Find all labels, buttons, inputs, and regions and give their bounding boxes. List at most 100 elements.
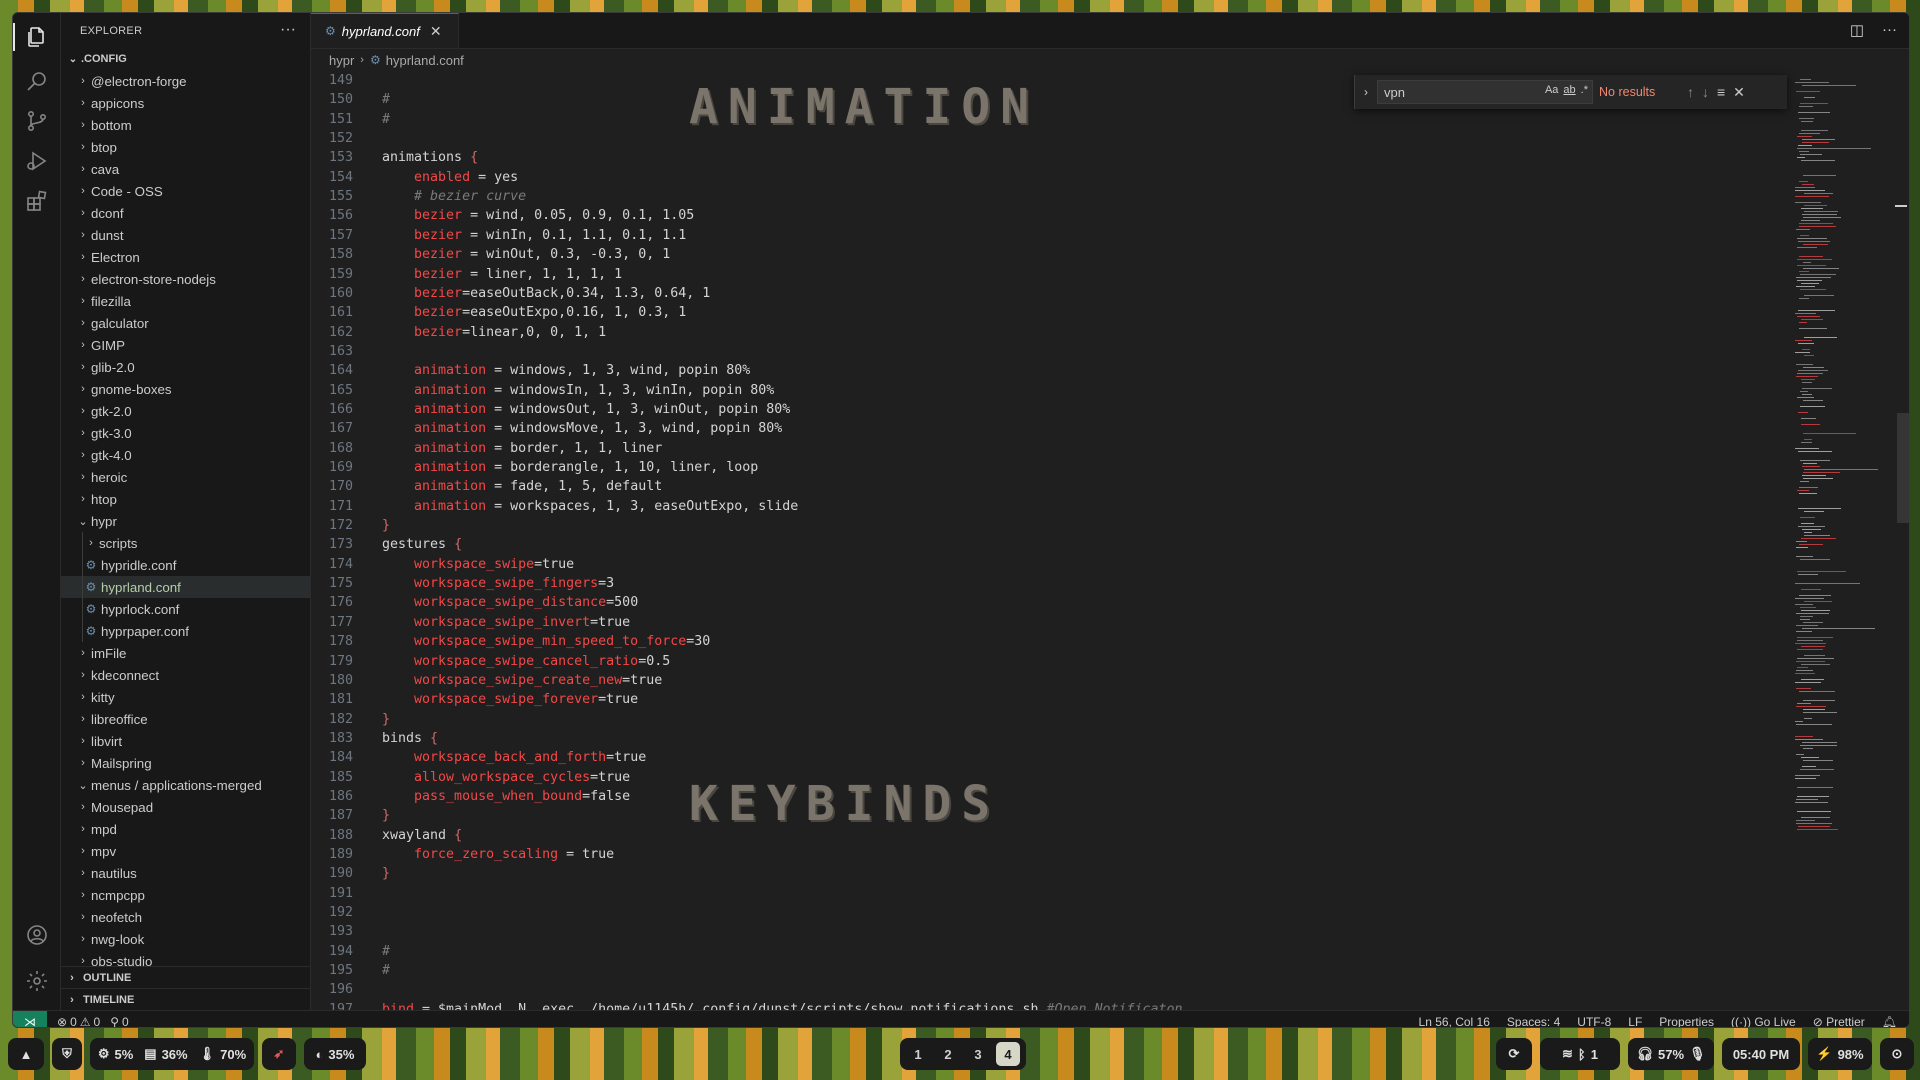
tree-file-item[interactable]: ⚙ hyprland.conf <box>61 576 310 598</box>
network-bluetooth[interactable]: ≋ ᛒ 1 <box>1540 1038 1620 1070</box>
prettier-button[interactable]: ⊘ Prettier <box>1813 1015 1865 1027</box>
source-control-icon[interactable] <box>13 101 60 141</box>
tree-folder-item[interactable]: › gtk-3.0 <box>61 422 310 444</box>
remote-indicator-icon[interactable]: ⋊ <box>13 1011 47 1027</box>
arch-launcher-icon[interactable]: ▲ <box>8 1038 44 1070</box>
problems-indicator[interactable]: ⊗ 0 ⚠ 0 <box>57 1015 100 1027</box>
tree-folder-item[interactable]: › dconf <box>61 202 310 224</box>
tree-file-item[interactable]: ⚙ hyprpaper.conf <box>61 620 310 642</box>
account-icon[interactable] <box>13 915 60 955</box>
match-case-icon[interactable]: Aa <box>1545 84 1558 96</box>
shield-icon[interactable]: ⛨ <box>52 1038 82 1070</box>
clock[interactable]: 05:40 PM <box>1722 1038 1800 1070</box>
tree-folder-item[interactable]: › bottom <box>61 114 310 136</box>
line-number: 169 <box>328 460 353 475</box>
more-actions-icon[interactable]: ··· <box>1882 21 1897 39</box>
workspace-button[interactable]: 4 <box>996 1042 1020 1066</box>
tree-folder-item[interactable]: › glib-2.0 <box>61 356 310 378</box>
tree-folder-item[interactable]: › imFile <box>61 642 310 664</box>
tree-folder-item[interactable]: › btop <box>61 136 310 158</box>
tree-folder-item[interactable]: › gtk-2.0 <box>61 400 310 422</box>
find-input[interactable]: vpn Aa ab .* <box>1377 80 1593 104</box>
tree-folder-item[interactable]: › GIMP <box>61 334 310 356</box>
indentation[interactable]: Spaces: 4 <box>1507 1015 1560 1027</box>
tree-folder-item[interactable]: › scripts <box>61 532 310 554</box>
go-live-button[interactable]: ((·)) Go Live <box>1731 1015 1796 1027</box>
more-actions-icon[interactable]: ··· <box>280 21 296 39</box>
tree-folder-item[interactable]: › @electron-forge <box>61 70 310 92</box>
tree-folder-item[interactable]: › heroic <box>61 466 310 488</box>
match-whole-word-icon[interactable]: ab <box>1563 84 1575 96</box>
explorer-root-folder[interactable]: ⌄ .CONFIG <box>61 48 127 70</box>
workspace-button[interactable]: 3 <box>966 1042 990 1066</box>
breadcrumb-file[interactable]: hyprland.conf <box>386 53 464 68</box>
code-token: animation <box>414 363 487 379</box>
refresh-icon[interactable]: ⟳ <box>1496 1038 1532 1070</box>
tab-hyprland-conf[interactable]: ⚙ hyprland.conf ✕ <box>311 13 459 48</box>
tree-file-item[interactable]: ⚙ hypridle.conf <box>61 554 310 576</box>
toggle-icon[interactable]: ⊙ <box>1880 1038 1914 1070</box>
tree-folder-item[interactable]: ⌄ hypr <box>61 510 310 532</box>
run-debug-icon[interactable] <box>13 141 60 181</box>
code-text: # <box>382 961 390 980</box>
previous-match-icon[interactable]: ↑ <box>1687 84 1694 100</box>
settings-gear-icon[interactable] <box>13 961 60 1001</box>
tree-file-item[interactable]: ⚙ hyprlock.conf <box>61 598 310 620</box>
tree-folder-item[interactable]: › Mousepad <box>61 796 310 818</box>
close-find-icon[interactable]: ✕ <box>1733 84 1745 101</box>
next-match-icon[interactable]: ↓ <box>1702 84 1709 100</box>
tree-folder-item[interactable]: › mpd <box>61 818 310 840</box>
tree-folder-item[interactable]: › nautilus <box>61 862 310 884</box>
code-line: 178 workspace_swipe_min_speed_to_force=3… <box>311 632 710 651</box>
tree-folder-item[interactable]: › libvirt <box>61 730 310 752</box>
tree-folder-item[interactable]: › nwg-look <box>61 928 310 950</box>
tree-folder-item[interactable]: › Mailspring <box>61 752 310 774</box>
brightness-indicator[interactable]: ◐ 35% <box>304 1038 366 1070</box>
encoding[interactable]: UTF-8 <box>1577 1015 1611 1027</box>
battery-indicator[interactable]: ⚡ 98% <box>1808 1038 1872 1070</box>
tree-folder-item[interactable]: › appicons <box>61 92 310 114</box>
workspace-button[interactable]: 1 <box>906 1042 930 1066</box>
end-of-line[interactable]: LF <box>1628 1015 1642 1027</box>
rocket-icon[interactable]: ➶ <box>262 1038 296 1070</box>
breadcrumb-folder[interactable]: hypr <box>329 53 354 68</box>
tree-folder-item[interactable]: › electron-store-nodejs <box>61 268 310 290</box>
tree-folder-item[interactable]: › gtk-4.0 <box>61 444 310 466</box>
breadcrumb: hypr › ⚙ hyprland.conf <box>311 49 1909 71</box>
tree-folder-item[interactable]: › cava <box>61 158 310 180</box>
audio-indicator[interactable]: 🎧︎ 57% 🎙︎ <box>1628 1038 1714 1070</box>
timeline-section[interactable]: › TIMELINE <box>61 988 310 1010</box>
tree-folder-item[interactable]: › gnome-boxes <box>61 378 310 400</box>
cursor-position[interactable]: Ln 56, Col 16 <box>1419 1015 1490 1027</box>
tree-folder-item[interactable]: › ncmpcpp <box>61 884 310 906</box>
extensions-icon[interactable] <box>13 181 60 221</box>
split-editor-icon[interactable]: ◫ <box>1850 21 1864 39</box>
minimap-line <box>1795 448 1819 449</box>
outline-section[interactable]: › OUTLINE <box>61 966 310 989</box>
workspace-button[interactable]: 2 <box>936 1042 960 1066</box>
tree-folder-item[interactable]: › galculator <box>61 312 310 334</box>
toggle-replace-icon[interactable]: › <box>1355 85 1377 99</box>
search-icon[interactable] <box>13 61 60 101</box>
tree-folder-item[interactable]: ⌄ menus / applications-merged <box>61 774 310 796</box>
editor-scrollbar[interactable] <box>1897 413 1909 523</box>
notifications-bell-icon[interactable]: 🔔︎ <box>1882 1015 1897 1027</box>
tree-folder-item[interactable]: › libreoffice <box>61 708 310 730</box>
tree-folder-item[interactable]: › neofetch <box>61 906 310 928</box>
close-icon[interactable]: ✕ <box>430 23 442 40</box>
tree-folder-item[interactable]: › mpv <box>61 840 310 862</box>
ports-indicator[interactable]: ⚲ 0 <box>110 1015 128 1027</box>
minimap[interactable] <box>1793 71 1893 1010</box>
regex-icon[interactable]: .* <box>1581 84 1588 96</box>
tree-folder-item[interactable]: › kitty <box>61 686 310 708</box>
find-in-selection-icon[interactable]: ≡ <box>1717 84 1725 100</box>
language-mode[interactable]: Properties <box>1659 1015 1714 1027</box>
tree-folder-item[interactable]: › Electron <box>61 246 310 268</box>
tree-folder-item[interactable]: › filezilla <box>61 290 310 312</box>
explorer-icon[interactable] <box>13 17 60 57</box>
code-editor[interactable]: ANIMATION KEYBINDS 149 150 #151 #152 153 anim… <box>311 71 1909 1010</box>
tree-folder-item[interactable]: › Code - OSS <box>61 180 310 202</box>
tree-folder-item[interactable]: › htop <box>61 488 310 510</box>
tree-folder-item[interactable]: › dunst <box>61 224 310 246</box>
tree-folder-item[interactable]: › kdeconnect <box>61 664 310 686</box>
